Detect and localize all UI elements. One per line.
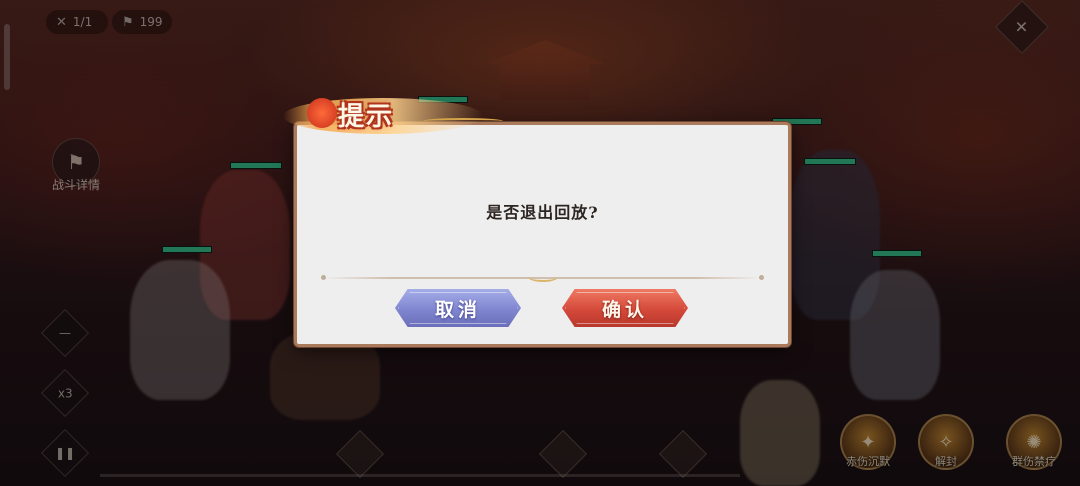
- dialog-panel: 是否退出回放? 取消 确认: [294, 122, 791, 347]
- cancel-button[interactable]: 取消: [395, 289, 521, 327]
- title-flourish: [423, 118, 503, 124]
- exit-replay-dialog: 是否退出回放? 取消 确认 提示: [283, 92, 791, 348]
- dialog-divider: [321, 275, 764, 282]
- dialog-message: 是否退出回放?: [486, 203, 599, 222]
- confirm-button[interactable]: 确认: [562, 289, 688, 327]
- title-sun-icon: [307, 98, 337, 128]
- dialog-title: 提示: [338, 102, 395, 132]
